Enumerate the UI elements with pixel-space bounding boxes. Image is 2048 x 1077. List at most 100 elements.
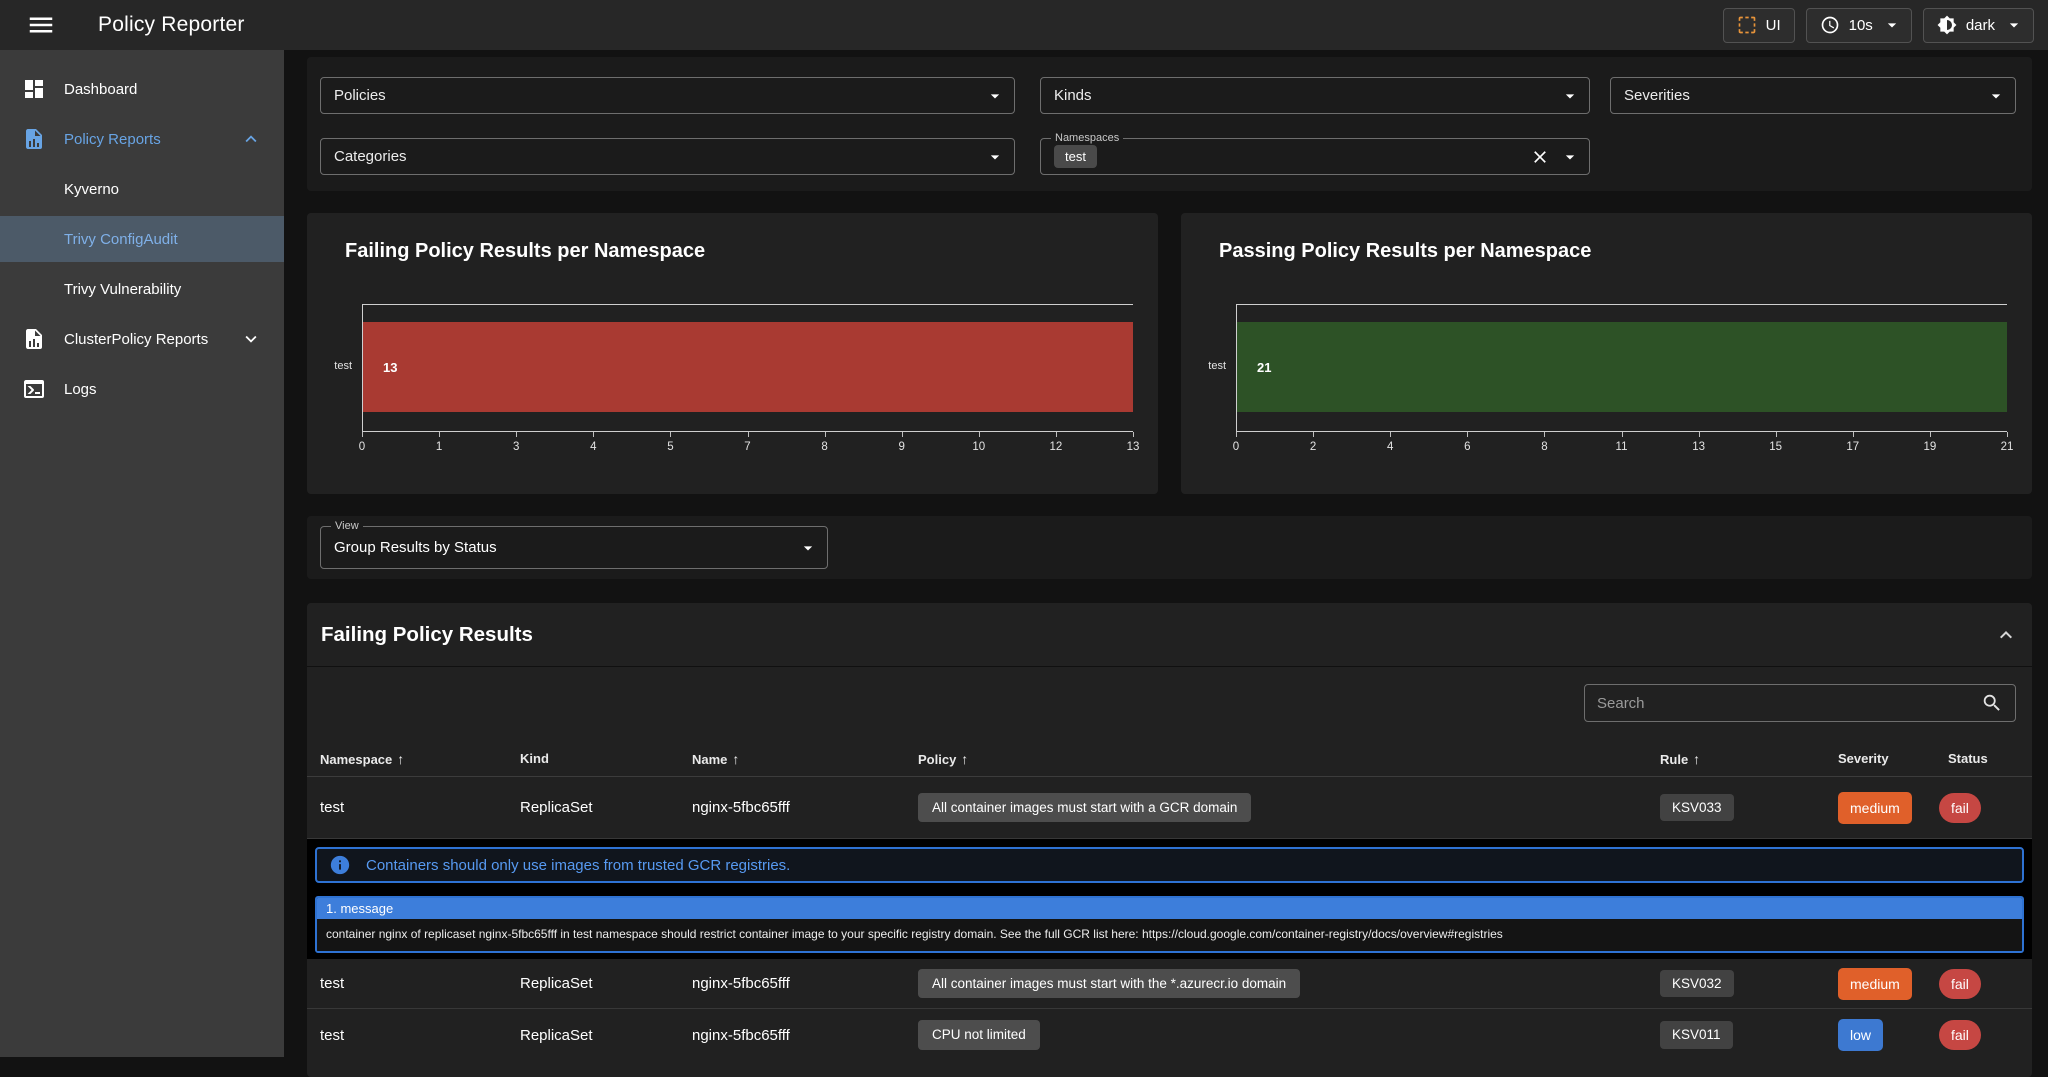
column-header-status[interactable]: Status [1935, 751, 2032, 766]
cell-namespace: test [307, 799, 507, 816]
failing-chart-plot: 13 [362, 304, 1133, 432]
sort-asc-icon: ↑ [732, 751, 739, 767]
sidebar-item-policy-reports[interactable]: Policy Reports [0, 116, 284, 162]
sidebar-item-trivy-configaudit[interactable]: Trivy ConfigAudit [0, 216, 284, 262]
policy-chip: CPU not limited [918, 1020, 1040, 1050]
search-icon[interactable] [1981, 692, 2003, 714]
cell-kind: ReplicaSet [507, 975, 679, 992]
x-tick: 8 [821, 441, 827, 453]
refresh-interval-select[interactable]: 10s [1806, 8, 1912, 43]
table-row[interactable]: test ReplicaSet nginx-5fbc65fff CPU not … [307, 1009, 2032, 1061]
x-tick: 12 [1049, 441, 1062, 453]
column-header-name[interactable]: Name↑ [679, 751, 905, 767]
kinds-select[interactable]: Kinds [1040, 77, 1590, 114]
results-title: Failing Policy Results [321, 623, 533, 647]
x-tick: 4 [1387, 441, 1393, 453]
x-tick: 13 [1127, 441, 1140, 453]
topbar: Policy Reporter UI 10s dark [0, 0, 2048, 50]
namespaces-select[interactable]: Namespaces test [1040, 138, 1590, 175]
chevron-down-icon [1560, 147, 1580, 167]
sort-asc-icon: ↑ [1693, 751, 1700, 767]
chart-title: Failing Policy Results per Namespace [345, 240, 705, 263]
menu-icon[interactable] [26, 10, 56, 40]
cell-name: nginx-5fbc65fff [679, 975, 905, 992]
chevron-down-icon [2004, 15, 2024, 35]
y-axis-category-label: test [307, 360, 352, 372]
sidebar-item-clusterpolicy-reports[interactable]: ClusterPolicy Reports [0, 316, 284, 362]
ui-button[interactable]: UI [1723, 8, 1795, 43]
x-tick: 0 [359, 441, 365, 453]
status-badge: fail [1939, 1020, 1981, 1050]
sidebar-item-dashboard[interactable]: Dashboard [0, 66, 284, 112]
x-tick: 2 [1310, 441, 1316, 453]
console-icon [22, 377, 46, 401]
policy-chip: All container images must start with a G… [918, 793, 1251, 823]
column-header-namespace[interactable]: Namespace↑ [307, 751, 507, 767]
rule-chip: KSV011 [1660, 1021, 1733, 1049]
x-tick: 5 [667, 441, 673, 453]
theme-select[interactable]: dark [1923, 8, 2034, 43]
theme-value: dark [1966, 17, 1995, 34]
table-row[interactable]: test ReplicaSet nginx-5fbc65fff All cont… [307, 959, 2032, 1009]
policy-description-alert: Containers should only use images from t… [315, 847, 2024, 883]
chevron-down-icon [1986, 86, 2006, 106]
chevron-down-icon [1560, 86, 1580, 106]
y-axis-category-label: test [1181, 360, 1226, 372]
x-tick: 9 [898, 441, 904, 453]
x-tick: 21 [2001, 441, 2014, 453]
cell-name: nginx-5fbc65fff [679, 1027, 905, 1044]
message-label: 1. message [317, 898, 2022, 919]
clock-icon [1820, 15, 1840, 35]
refresh-interval-value: 10s [1849, 17, 1873, 34]
chevron-down-icon [985, 147, 1005, 167]
theme-light-dark-icon [1937, 15, 1957, 35]
cell-namespace: test [307, 1027, 507, 1044]
column-header-policy[interactable]: Policy↑ [905, 751, 1647, 767]
sidebar-item-trivy-vulnerability[interactable]: Trivy Vulnerability [0, 266, 284, 312]
severities-select-placeholder: Severities [1624, 87, 1690, 104]
severities-select[interactable]: Severities [1610, 77, 2016, 114]
chevron-down-icon [985, 86, 1005, 106]
ui-button-label: UI [1766, 17, 1781, 34]
filters-panel: Policies Kinds Severities Categories Nam… [307, 57, 2032, 191]
x-axis-ticks: 0 2 4 6 8 11 13 15 17 19 21 [1236, 441, 2007, 455]
collapse-section-button[interactable] [1994, 623, 2018, 647]
dashboard-icon [22, 77, 46, 101]
search-input[interactable] [1597, 695, 1981, 712]
topbar-actions: UI 10s dark [1723, 8, 2034, 43]
kinds-select-placeholder: Kinds [1054, 87, 1092, 104]
column-header-rule[interactable]: Rule↑ [1647, 751, 1825, 767]
results-section-header: Failing Policy Results [307, 603, 2032, 667]
cell-kind: ReplicaSet [507, 799, 679, 816]
x-tick: 17 [1846, 441, 1859, 453]
sidebar-item-label: Policy Reports [64, 131, 161, 148]
clear-icon[interactable] [1530, 147, 1550, 167]
status-badge: fail [1939, 793, 1981, 823]
namespace-chip: test [1054, 145, 1097, 168]
table-row[interactable]: test ReplicaSet nginx-5fbc65fff All cont… [307, 777, 2032, 839]
sidebar-item-kyverno[interactable]: Kyverno [0, 166, 284, 212]
column-header-kind[interactable]: Kind [507, 751, 679, 766]
x-tick: 7 [744, 441, 750, 453]
failing-results-panel: Failing Policy Results Namespace↑ Kind N… [307, 603, 2032, 1077]
chart-title: Passing Policy Results per Namespace [1219, 240, 1591, 263]
charts-row: Failing Policy Results per Namespace tes… [307, 213, 2032, 494]
x-tick: 13 [1692, 441, 1705, 453]
sidebar-item-logs[interactable]: Logs [0, 366, 284, 412]
x-tick: 6 [1464, 441, 1470, 453]
status-badge: fail [1939, 969, 1981, 999]
cell-name: nginx-5fbc65fff [679, 799, 905, 816]
policies-select[interactable]: Policies [320, 77, 1015, 114]
bar-value-label: 13 [383, 360, 397, 375]
policy-chip: All container images must start with the… [918, 969, 1300, 999]
namespaces-select-label: Namespaces [1051, 131, 1123, 145]
view-select[interactable]: View Group Results by Status [320, 526, 828, 569]
severity-badge: medium [1838, 792, 1912, 824]
failing-bar: 13 [363, 322, 1133, 412]
view-panel: View Group Results by Status [307, 516, 2032, 579]
alert-text: Containers should only use images from t… [366, 857, 790, 874]
sidebar-item-label: ClusterPolicy Reports [64, 331, 208, 348]
x-tick: 8 [1541, 441, 1547, 453]
column-header-severity[interactable]: Severity [1825, 751, 1935, 766]
categories-select[interactable]: Categories [320, 138, 1015, 175]
